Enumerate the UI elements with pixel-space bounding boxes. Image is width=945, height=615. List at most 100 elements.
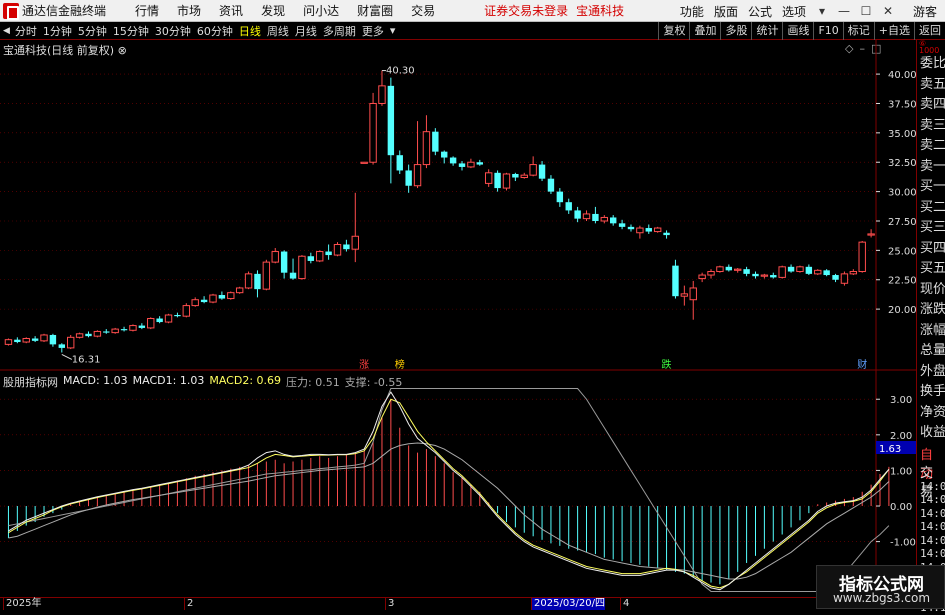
candle-body: [867, 233, 875, 236]
side-top-label[interactable]: ⑥ 1000: [917, 40, 945, 55]
candle-body: [66, 336, 75, 349]
candle-body: [512, 173, 519, 178]
side-item[interactable]: 涨幅: [917, 321, 945, 342]
side-item[interactable]: 净资: [917, 403, 945, 424]
close-icon[interactable]: ✕: [877, 4, 899, 18]
current-stock-name: 宝通科技: [576, 4, 625, 18]
back-arrow-icon[interactable]: ◀: [3, 26, 10, 36]
menu-hangqing[interactable]: 行情: [135, 2, 159, 19]
candle-body: [4, 339, 13, 345]
date-year: 2025年: [3, 598, 41, 610]
candle-body: [832, 275, 839, 280]
menu-zixun[interactable]: 资讯: [219, 2, 243, 19]
minimize-icon[interactable]: —: [833, 4, 855, 18]
candle-body: [235, 287, 244, 294]
side-item[interactable]: 卖四: [917, 95, 945, 116]
period-fenshi[interactable]: 分时: [15, 23, 37, 39]
period-15min[interactable]: 15分钟: [113, 23, 149, 39]
side-item[interactable]: 买二: [917, 198, 945, 219]
period-30min[interactable]: 30分钟: [155, 23, 191, 39]
fuquan-button[interactable]: 复权: [658, 22, 689, 40]
menu-faxian[interactable]: 发现: [261, 2, 285, 19]
candle-body: [476, 162, 483, 165]
statistics-button[interactable]: 统计: [751, 22, 782, 40]
candle-body: [707, 271, 715, 276]
low-price-label: 16.31: [72, 354, 101, 365]
candle-body: [93, 330, 102, 337]
menu-banmian[interactable]: 版面: [714, 3, 738, 20]
date-axis: 2025年 2 3 2025/03/20/四 4: [0, 597, 875, 610]
user-label[interactable]: 游客: [913, 3, 937, 20]
side-item[interactable]: 卖二: [917, 136, 945, 157]
price-chart[interactable]: 40.00 37.50 35.00 32.50 30.00 27.50 25.00 22.50…: [0, 40, 916, 597]
candle-body: [725, 266, 733, 271]
period-5min[interactable]: 5分钟: [78, 23, 107, 39]
menu-caifuquan[interactable]: 财富圈: [357, 2, 393, 19]
candle-body: [858, 241, 866, 273]
side-item[interactable]: 涨跌: [917, 300, 945, 321]
candle-body: [520, 174, 528, 179]
menu-wenxiaoda[interactable]: 问小达: [303, 2, 339, 19]
side-item[interactable]: 买五: [917, 259, 945, 280]
side-time: 14:09: [920, 479, 945, 493]
candle-body: [413, 164, 422, 187]
candle-body: [75, 333, 84, 338]
side-item[interactable]: 卖一: [917, 157, 945, 178]
title-bar: 通达信金融终端 行情 市场 资讯 发现 问小达 财富圈 交易 证券交易未登录 宝…: [0, 0, 945, 22]
return-button[interactable]: 返回: [914, 22, 945, 40]
side-item[interactable]: 外盘: [917, 362, 945, 383]
side-item[interactable]: 卖五: [917, 75, 945, 96]
period-daily[interactable]: 日线: [239, 23, 261, 39]
period-monthly[interactable]: 月线: [295, 23, 317, 39]
period-weekly[interactable]: 周线: [267, 23, 289, 39]
side-item[interactable]: 买一: [917, 177, 945, 198]
more-dropdown-icon[interactable]: ▾: [390, 24, 396, 37]
low-pointer: [61, 354, 73, 360]
side-item[interactable]: 收益: [917, 423, 945, 444]
candle-body: [547, 178, 555, 192]
menu-jiaoyi[interactable]: 交易: [411, 2, 435, 19]
side-auto-label[interactable]: 自动: [917, 444, 945, 482]
app-logo-icon: [3, 2, 19, 20]
macd-tick-label: 2.00: [890, 431, 912, 442]
candle-body: [254, 273, 261, 290]
overlay-button[interactable]: 叠加: [689, 22, 720, 40]
menu-gongshi[interactable]: 公式: [748, 3, 772, 20]
period-60min[interactable]: 60分钟: [197, 23, 233, 39]
maximize-icon[interactable]: ☐: [855, 4, 877, 18]
menu-shichang[interactable]: 市场: [177, 2, 201, 19]
side-item[interactable]: 买四: [917, 239, 945, 260]
candle-body: [360, 161, 368, 164]
candle-body: [31, 338, 39, 341]
mark-button[interactable]: 标记: [842, 22, 874, 40]
candle-body: [164, 314, 173, 323]
candle-body: [600, 216, 609, 222]
add-watchlist-button[interactable]: +自选: [873, 22, 914, 40]
side-item[interactable]: 换手: [917, 382, 945, 403]
multi-stock-button[interactable]: 多股: [720, 22, 751, 40]
side-item[interactable]: 现价: [917, 280, 945, 301]
candlesticks: [4, 70, 875, 360]
price-tick-label: 20.00: [888, 305, 916, 316]
draw-line-button[interactable]: 画线: [782, 22, 813, 40]
dropdown-icon[interactable]: ▾: [811, 4, 833, 18]
period-more[interactable]: 更多: [362, 23, 384, 39]
candle-body: [538, 164, 546, 179]
price-tick-label: 40.00: [888, 70, 916, 81]
side-item[interactable]: 总量: [917, 341, 945, 362]
menu-xuanxiang[interactable]: 选项: [782, 3, 806, 20]
candle-body: [467, 161, 475, 168]
period-multi[interactable]: 多周期: [323, 23, 356, 39]
menu-gongneng[interactable]: 功能: [680, 3, 704, 20]
side-item[interactable]: 委比: [917, 54, 945, 75]
chart-grid: [0, 40, 916, 597]
candle-body: [636, 227, 644, 234]
candle-body: [103, 331, 110, 333]
side-trade-label[interactable]: 交易: [917, 462, 945, 500]
trade-login-notice[interactable]: 证券交易未登录: [484, 2, 568, 19]
f10-button[interactable]: F10: [813, 22, 842, 40]
side-item[interactable]: 卖三: [917, 116, 945, 137]
side-item[interactable]: 买三: [917, 218, 945, 239]
candle-body: [778, 266, 786, 278]
period-1min[interactable]: 1分钟: [43, 23, 72, 39]
